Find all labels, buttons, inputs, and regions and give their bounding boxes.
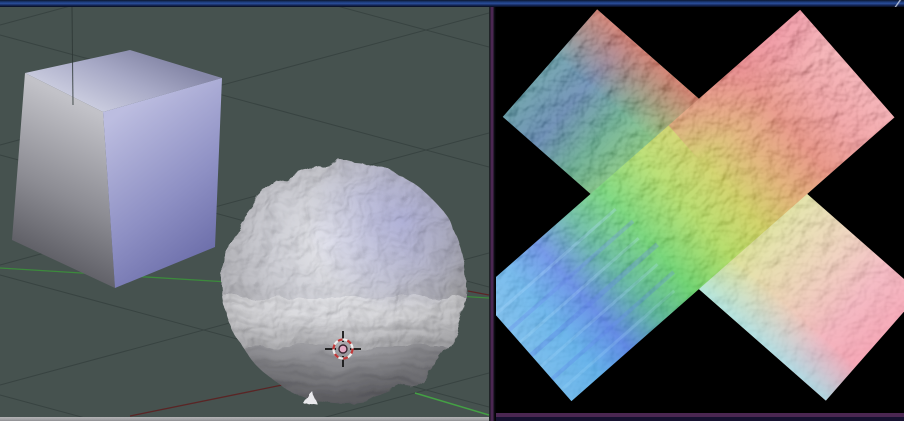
uv-image-editor[interactable] <box>496 7 904 421</box>
resize-grip-icon[interactable] <box>892 0 904 7</box>
uv-canvas <box>496 7 904 413</box>
app-window <box>0 0 904 421</box>
viewport-footer-bar <box>0 417 489 421</box>
3d-scene-canvas <box>0 7 489 417</box>
uv-editor-under-strip <box>496 417 904 421</box>
window-title-bar[interactable] <box>0 0 904 7</box>
3d-viewport[interactable] <box>0 7 489 421</box>
cube-object[interactable] <box>12 50 222 288</box>
panel-divider[interactable] <box>489 7 496 421</box>
